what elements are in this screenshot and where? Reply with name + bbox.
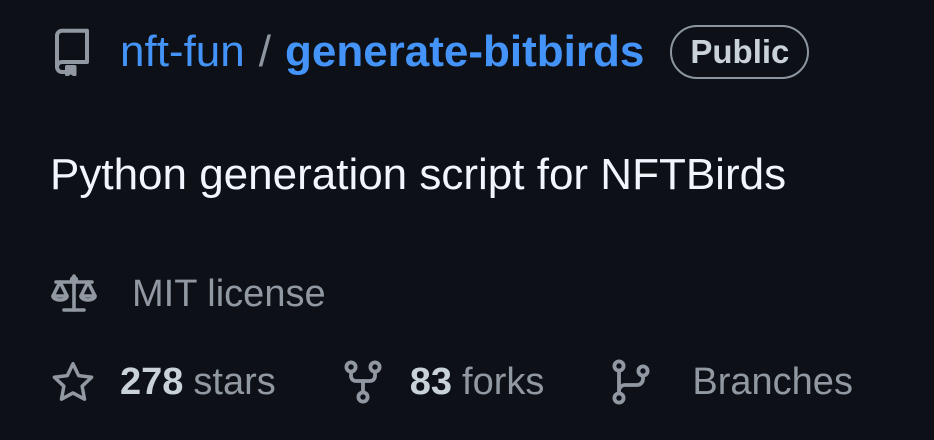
visibility-badge: Public [670, 25, 810, 79]
repo-stats: 278 stars 83 forks Branches [50, 356, 853, 408]
repo-owner-link[interactable]: nft-fun [120, 27, 245, 77]
path-separator: / [258, 27, 271, 76]
stars-count: 278 [120, 360, 184, 403]
fork-icon [340, 359, 386, 405]
license-link[interactable]: MIT license [50, 270, 326, 318]
branch-icon [608, 359, 654, 405]
stars-link[interactable]: 278 stars [50, 359, 276, 405]
repo-name-link[interactable]: generate-bitbirds [285, 27, 644, 77]
branches-label: Branches [692, 360, 853, 403]
repo-icon [50, 26, 94, 78]
law-scale-icon [50, 270, 98, 318]
stars-label: stars [193, 360, 276, 403]
license-label: MIT license [132, 272, 326, 315]
branches-link[interactable]: Branches [608, 359, 853, 405]
star-icon [50, 359, 96, 405]
repo-description: Python generation script for NFTBirds [50, 150, 787, 199]
forks-link[interactable]: 83 forks [340, 359, 545, 405]
repo-header: nft-fun / generate-bitbirds Public [50, 22, 810, 82]
forks-label: forks [462, 360, 545, 403]
forks-count: 83 [409, 360, 453, 403]
